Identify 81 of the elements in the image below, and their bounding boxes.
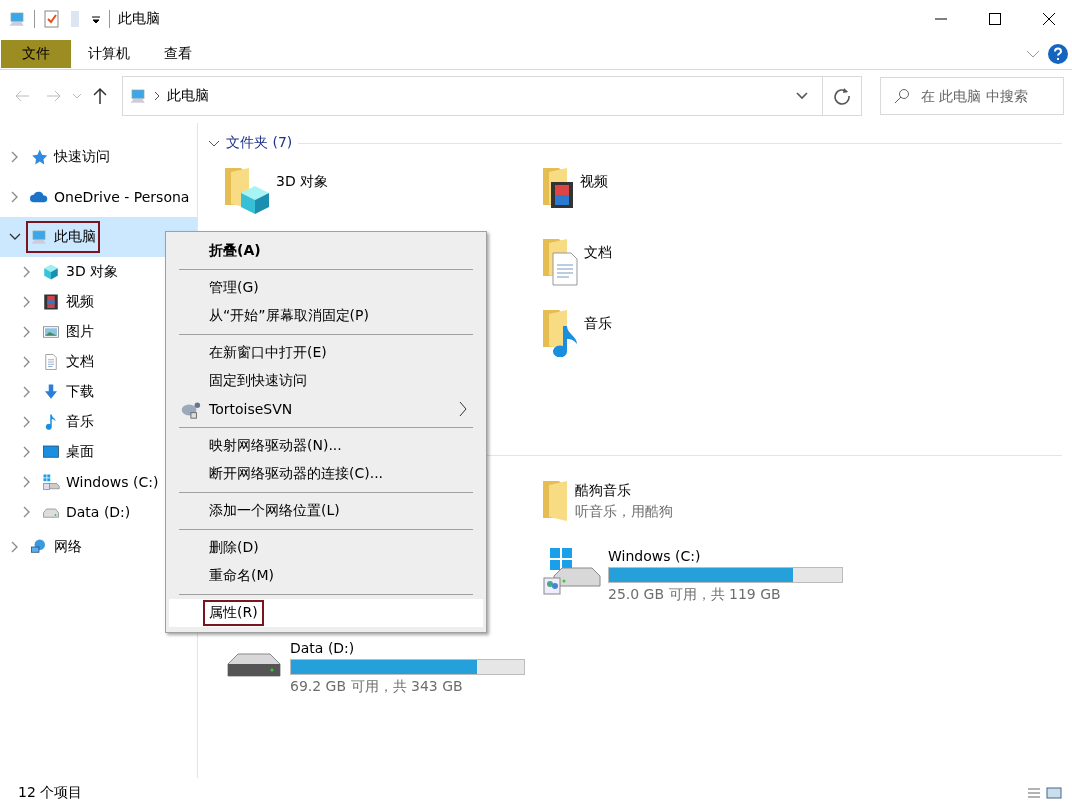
drive-name[interactable]: Windows (C:): [608, 548, 843, 564]
nav-label: 音乐: [66, 413, 94, 431]
nav-label: 网络: [54, 538, 82, 556]
menu-label: 从“开始”屏幕取消固定(P): [208, 306, 370, 325]
search-icon: [894, 88, 910, 104]
folder-film-icon: [542, 167, 574, 209]
cube-icon: [42, 263, 60, 281]
refresh-button[interactable]: [833, 87, 851, 105]
network-icon: [30, 538, 48, 556]
menu-label: 固定到快速访问: [208, 371, 308, 390]
nav-label: 快速访问: [54, 148, 110, 166]
menu-label: 管理(G): [208, 278, 260, 297]
document-icon: [42, 353, 60, 371]
folder-cube-icon: [224, 167, 270, 215]
properties-icon[interactable]: [43, 10, 61, 28]
dropdown-icon[interactable]: [796, 92, 808, 100]
nav-label: OneDrive - Persona: [54, 189, 190, 205]
film-icon: [42, 293, 60, 311]
forward-button[interactable]: [46, 88, 62, 104]
folder-name[interactable]: 视频: [580, 163, 608, 226]
download-icon: [42, 383, 60, 401]
up-button[interactable]: [92, 87, 108, 105]
nav-label: 视频: [66, 293, 94, 311]
nav-label: 桌面: [66, 443, 94, 461]
nav-label: 文档: [66, 353, 94, 371]
search-field[interactable]: 在 此电脑 中搜索: [880, 77, 1064, 115]
menu-label: 断开网络驱动器的连接(C)...: [208, 464, 385, 483]
group-header[interactable]: 文件夹 (7): [226, 134, 293, 152]
menu-label: 删除(D): [208, 538, 260, 557]
address-bar[interactable]: 此电脑: [122, 76, 862, 116]
computer-icon: [8, 10, 26, 28]
menu-label: TortoiseSVN: [208, 400, 294, 419]
chevron-icon[interactable]: [153, 91, 161, 101]
expand-ribbon-icon[interactable]: [1026, 48, 1040, 59]
details-view-icon[interactable]: [1026, 785, 1042, 801]
help-icon[interactable]: [1048, 43, 1068, 64]
menu-label: 映射网络驱动器(N)...: [208, 436, 343, 455]
ribbon-tab[interactable]: 文件: [1, 39, 71, 68]
nav-label: 3D 对象: [66, 263, 119, 281]
drive-name[interactable]: 酷狗音乐: [575, 482, 673, 500]
menu-label: 添加一个网络位置(L): [208, 501, 341, 520]
menu-label: 重命名(M): [208, 566, 275, 585]
address-path: 此电脑: [167, 87, 209, 105]
drive-detail: 69.2 GB 可用，共 343 GB: [290, 678, 464, 696]
menu-item[interactable]: 从“开始”屏幕取消固定(P): [169, 302, 483, 330]
large-icons-view-icon[interactable]: [1046, 785, 1062, 801]
folder-music-icon: [542, 309, 578, 357]
folder-name[interactable]: 音乐: [584, 305, 612, 368]
item-count: 12 个项目: [18, 784, 83, 802]
folder-icon: [542, 480, 569, 522]
window-title: 此电脑: [118, 10, 160, 28]
ribbon-tab[interactable]: 计算机: [71, 39, 147, 68]
nav-label: Data (D:): [66, 504, 131, 520]
folder-name[interactable]: 文档: [584, 234, 612, 297]
computer-icon: [30, 228, 48, 246]
nav-label: 此电脑: [54, 228, 96, 246]
drive-detail: 25.0 GB 可用，共 119 GB: [608, 586, 782, 604]
nav-label: 下载: [66, 383, 94, 401]
back-button[interactable]: [14, 88, 30, 104]
dropdown-icon[interactable]: [91, 14, 101, 24]
ribbon-tab[interactable]: 查看: [147, 39, 209, 68]
recent-locations-icon[interactable]: [72, 91, 82, 101]
drive-detail: 听音乐，用酷狗: [575, 503, 673, 521]
nav-item[interactable]: OneDrive - Persona: [0, 177, 197, 217]
computer-icon: [129, 87, 147, 105]
picture-icon: [42, 323, 60, 341]
windows-drive-icon: [42, 473, 60, 491]
nav-label: Windows (C:): [66, 474, 159, 490]
star-icon: [30, 148, 48, 166]
highlighted-label: 属性(R): [205, 602, 262, 624]
drive-name[interactable]: Data (D:): [290, 640, 525, 656]
menu-label: 折叠(A): [208, 241, 262, 260]
folder-document-icon: [542, 238, 578, 286]
desktop-icon: [42, 443, 60, 461]
maximize-button[interactable]: [989, 13, 1001, 25]
close-button[interactable]: [1043, 13, 1055, 25]
nav-label: 图片: [66, 323, 94, 341]
menu-item[interactable]: 属性(R): [169, 599, 483, 627]
menu-label: 在新窗口中打开(E): [208, 343, 328, 362]
nav-item[interactable]: 快速访问: [0, 137, 197, 177]
folder-name[interactable]: 3D 对象: [276, 163, 329, 226]
